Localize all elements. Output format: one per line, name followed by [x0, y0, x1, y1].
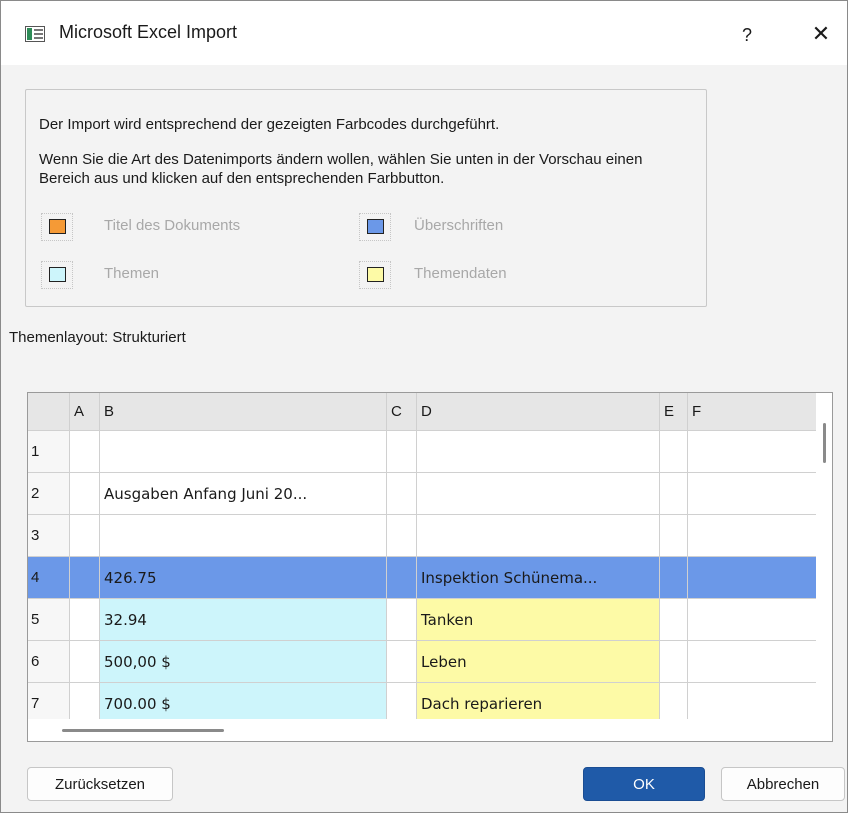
- grid-cell[interactable]: [70, 473, 100, 515]
- grid-cell[interactable]: 500,00 $: [100, 641, 387, 683]
- headings-color-label: Überschriften: [414, 217, 504, 234]
- row-header: 1: [28, 431, 70, 473]
- headings-color-button[interactable]: [359, 213, 391, 241]
- grid-cell[interactable]: [660, 515, 688, 557]
- grid-cell[interactable]: [70, 599, 100, 641]
- grid-cell[interactable]: [100, 515, 387, 557]
- column-header: E: [660, 393, 688, 431]
- grid-cell[interactable]: Inspektion Schünema...: [417, 557, 660, 599]
- grid-cell[interactable]: [70, 557, 100, 599]
- grid-cell[interactable]: [660, 599, 688, 641]
- topics-color-button[interactable]: [41, 261, 73, 289]
- color-legend-panel: Der Import wird entsprechend der gezeigt…: [25, 89, 707, 307]
- grid-cell[interactable]: [688, 473, 828, 515]
- grid-cell[interactable]: [387, 515, 417, 557]
- row-header: 5: [28, 599, 70, 641]
- grid-cell[interactable]: [387, 641, 417, 683]
- topics-color-label: Themen: [104, 265, 160, 282]
- grid-cell[interactable]: [387, 473, 417, 515]
- app-icon: [25, 26, 45, 42]
- preview-grid[interactable]: A B C D E F 1 2 Ausgaben Anfang Juni 20... 3 4 426.…: [27, 392, 833, 742]
- topic-layout-label: Themenlayout: Strukturiert: [9, 329, 186, 346]
- swatch-title: [49, 219, 66, 234]
- grid-cell[interactable]: [70, 431, 100, 473]
- grid-cell[interactable]: [417, 515, 660, 557]
- topic-data-color-label: Themendaten: [414, 265, 507, 282]
- grid-cell[interactable]: Leben: [417, 641, 660, 683]
- grid-cell[interactable]: [660, 431, 688, 473]
- title-bar: Microsoft Excel Import ? ✕: [1, 1, 847, 65]
- grid-cell[interactable]: [660, 557, 688, 599]
- help-button[interactable]: ?: [727, 19, 767, 51]
- grid-cell[interactable]: [417, 431, 660, 473]
- grid-cell[interactable]: [387, 431, 417, 473]
- column-header: F: [688, 393, 828, 431]
- row-header: 3: [28, 515, 70, 557]
- legend-description: Der Import wird entsprechend der gezeigt…: [39, 116, 500, 133]
- grid-cell[interactable]: [688, 599, 828, 641]
- grid-cell[interactable]: [70, 515, 100, 557]
- grid-cell[interactable]: [100, 431, 387, 473]
- dialog-content: Der Import wird entsprechend der gezeigt…: [1, 65, 847, 812]
- grid-cell[interactable]: [688, 641, 828, 683]
- title-color-label: Titel des Dokuments: [104, 217, 241, 234]
- row-header: 6: [28, 641, 70, 683]
- grid-cell[interactable]: [688, 515, 828, 557]
- swatch-topics: [49, 267, 66, 282]
- grid-cell[interactable]: 426.75: [100, 557, 387, 599]
- cancel-button[interactable]: Abbrechen: [721, 767, 845, 801]
- grid-cell[interactable]: [70, 641, 100, 683]
- close-button[interactable]: ✕: [797, 15, 845, 53]
- row-header: 2: [28, 473, 70, 515]
- ok-button[interactable]: OK: [583, 767, 705, 801]
- grid-cell[interactable]: [688, 557, 828, 599]
- legend-instructions: Wenn Sie die Art des Datenimports ändern…: [39, 151, 643, 187]
- grid-cell[interactable]: [660, 641, 688, 683]
- grid-cell[interactable]: [387, 557, 417, 599]
- grid-cell[interactable]: [688, 431, 828, 473]
- grid-cell[interactable]: Tanken: [417, 599, 660, 641]
- grid-cell[interactable]: 32.94: [100, 599, 387, 641]
- grid-cell[interactable]: [417, 473, 660, 515]
- column-header: C: [387, 393, 417, 431]
- column-header: A: [70, 393, 100, 431]
- import-dialog: Microsoft Excel Import ? ✕ Der Import wi…: [0, 0, 848, 813]
- swatch-topic-data: [367, 267, 384, 282]
- grid-cell[interactable]: [660, 473, 688, 515]
- swatch-headings: [367, 219, 384, 234]
- horizontal-scrollbar[interactable]: [28, 719, 816, 741]
- row-header: 4: [28, 557, 70, 599]
- title-color-button[interactable]: [41, 213, 73, 241]
- vertical-scroll-thumb[interactable]: [823, 423, 826, 463]
- horizontal-scroll-thumb[interactable]: [62, 729, 224, 732]
- vertical-scrollbar[interactable]: [816, 393, 832, 741]
- dialog-title: Microsoft Excel Import: [59, 22, 238, 42]
- grid-cell[interactable]: Ausgaben Anfang Juni 20...: [100, 473, 387, 515]
- reset-button[interactable]: Zurücksetzen: [27, 767, 173, 801]
- grid-corner: [28, 393, 70, 431]
- topic-data-color-button[interactable]: [359, 261, 391, 289]
- column-header: B: [100, 393, 387, 431]
- column-header: D: [417, 393, 660, 431]
- grid-cell[interactable]: [387, 599, 417, 641]
